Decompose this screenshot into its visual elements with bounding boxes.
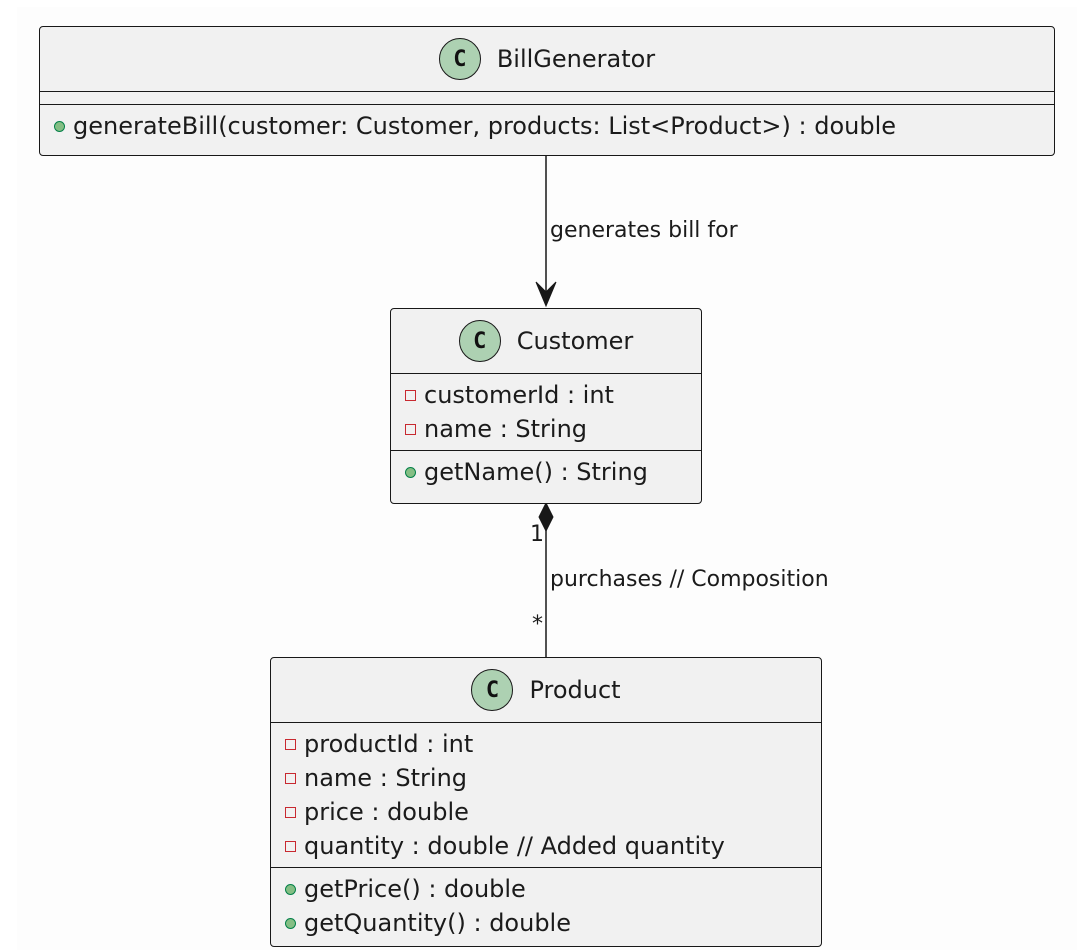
bill-generator-class[interactable]: C BillGenerator generateBill(customer: C… (39, 26, 1055, 156)
private-visibility-icon (285, 772, 296, 784)
public-visibility-icon (405, 466, 416, 478)
attributes-section (40, 91, 1054, 104)
method-generate-bill: generateBill(customer: Customer, product… (40, 109, 1054, 143)
method-text: getName() : String (424, 458, 648, 486)
attribute-text: productId : int (304, 730, 474, 758)
private-visibility-icon (285, 806, 296, 818)
methods-section: getPrice() : double getQuantity() : doub… (271, 867, 821, 944)
attribute-text: name : String (424, 415, 588, 443)
generates-relation-label: generates bill for (550, 218, 738, 243)
class-icon: C (471, 669, 514, 711)
method-get-name: getName() : String (391, 455, 701, 489)
method-text: generateBill(customer: Customer, product… (73, 112, 897, 140)
composition-relation-label: purchases // Composition (550, 567, 829, 592)
public-visibility-icon (54, 120, 65, 132)
bill-generator-header: C BillGenerator (40, 27, 1054, 91)
attribute-text: quantity : double // Added quantity (304, 832, 725, 860)
methods-section: getName() : String (391, 450, 701, 493)
private-visibility-icon (285, 840, 296, 852)
method-get-price: getPrice() : double (271, 872, 821, 906)
attribute-quantity: quantity : double // Added quantity (271, 829, 821, 863)
attributes-section: productId : int name : String price : do… (271, 722, 821, 867)
attribute-customer-id: customerId : int (391, 378, 701, 412)
class-name: Customer (516, 327, 634, 355)
attribute-text: customerId : int (424, 381, 614, 409)
customer-header: C Customer (391, 309, 701, 373)
class-name: Product (529, 676, 621, 704)
class-icon: C (458, 320, 501, 362)
methods-section: generateBill(customer: Customer, product… (40, 104, 1054, 147)
class-icon: C (438, 38, 481, 80)
target-multiplicity: * (532, 612, 543, 637)
product-header: C Product (271, 658, 821, 722)
attribute-name: name : String (271, 761, 821, 795)
attribute-name: name : String (391, 412, 701, 446)
public-visibility-icon (285, 917, 296, 929)
method-text: getQuantity() : double (304, 909, 571, 937)
attribute-text: price : double (304, 798, 469, 826)
private-visibility-icon (285, 738, 296, 750)
customer-class[interactable]: C Customer customerId : int name : Strin… (390, 308, 702, 504)
private-visibility-icon (405, 423, 416, 435)
attribute-product-id: productId : int (271, 727, 821, 761)
class-diagram: C BillGenerator generateBill(customer: C… (0, 0, 1077, 950)
attribute-text: name : String (304, 764, 468, 792)
source-multiplicity: 1 (530, 522, 544, 547)
product-class[interactable]: C Product productId : int name : String … (270, 657, 822, 947)
attribute-price: price : double (271, 795, 821, 829)
class-name: BillGenerator (496, 45, 656, 73)
attributes-section: customerId : int name : String (391, 373, 701, 450)
method-text: getPrice() : double (304, 875, 526, 903)
private-visibility-icon (405, 389, 416, 401)
public-visibility-icon (285, 883, 296, 895)
method-get-quantity: getQuantity() : double (271, 906, 821, 940)
